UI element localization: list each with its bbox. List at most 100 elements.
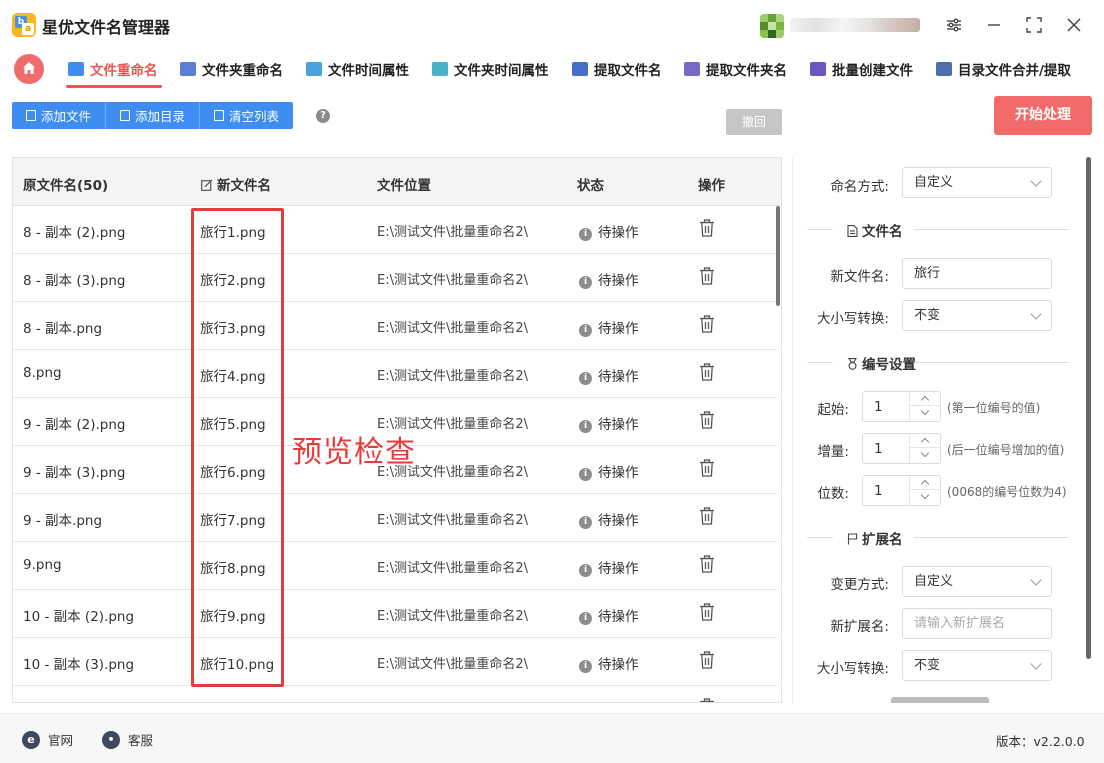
naming-mode-select[interactable]: 自定义 <box>902 167 1052 198</box>
table-row[interactable]: 10 - 副本 (3).png 旅行10.png E:\测试文件\批量重命名2\ i 待… <box>13 638 777 686</box>
clear-list-button[interactable]: 清空列表 <box>200 102 294 129</box>
add-directory-button[interactable]: 添加目录 <box>106 102 201 129</box>
file-location: E:\测试文件\批量重命名2\ <box>377 609 529 624</box>
tab-folder-time[interactable]: 文件夹时间属性 <box>432 58 549 80</box>
trash-icon[interactable] <box>699 698 715 703</box>
start-stepper[interactable]: 1 <box>862 391 941 422</box>
status-text: 待操作 <box>598 465 639 481</box>
user-avatar[interactable] <box>760 14 784 38</box>
website-link[interactable]: e 官网 <box>22 730 73 749</box>
support-link[interactable]: • 客服 <box>102 730 153 749</box>
original-filename: 9.png <box>23 557 62 573</box>
trash-icon[interactable] <box>699 507 715 525</box>
original-filename: 9 - 副本 (2).png <box>23 417 126 433</box>
info-icon: i <box>579 420 592 433</box>
home-button[interactable] <box>14 54 44 84</box>
panel-button-partial[interactable] <box>891 697 989 703</box>
status-text: 待操作 <box>598 657 639 673</box>
app-logo-icon: b a <box>12 13 36 37</box>
increment-stepper[interactable]: 1 <box>862 433 941 464</box>
add-file-button[interactable]: 添加文件 <box>12 102 107 129</box>
maximize-icon[interactable] <box>1022 13 1046 37</box>
website-label: 官网 <box>48 733 74 748</box>
info-icon: i <box>579 324 592 337</box>
info-icon: i <box>579 468 592 481</box>
table-row[interactable]: 9.png 旅行8.png E:\测试文件\批量重命名2\ i 待操作 <box>13 542 777 590</box>
settings-scrollbar[interactable] <box>1086 157 1091 659</box>
tab-extract-filename[interactable]: 提取文件名 <box>572 58 662 80</box>
increment-arrow-icon[interactable] <box>910 434 940 448</box>
section-filename-label: 文件名 <box>862 224 903 240</box>
digits-stepper[interactable]: 1 <box>862 475 941 506</box>
trash-icon[interactable] <box>699 363 715 381</box>
section-numbering-label: 编号设置 <box>862 357 916 373</box>
divider <box>914 229 1069 230</box>
header-original-name[interactable]: 原文件名(50) <box>23 174 108 194</box>
tab-label: 批量创建文件 <box>832 63 913 79</box>
change-mode-select[interactable]: 自定义 <box>902 566 1052 597</box>
new-extension-input[interactable]: 请输入新扩展名 <box>902 608 1052 639</box>
increment-arrow-icon[interactable] <box>910 392 940 406</box>
trash-icon[interactable] <box>699 555 715 573</box>
tab-batch-create[interactable]: 批量创建文件 <box>810 58 913 80</box>
tab-extract-foldername[interactable]: 提取文件夹名 <box>684 58 787 80</box>
help-icon[interactable]: ? <box>316 109 330 123</box>
digits-label: 位数: <box>817 486 849 502</box>
tab-merge-extract[interactable]: 目录文件合并/提取 <box>936 58 1071 80</box>
table-scrollbar[interactable] <box>776 206 780 306</box>
naming-mode-value: 自定义 <box>914 175 954 190</box>
tab-file-rename[interactable]: 文件重命名 <box>68 58 158 80</box>
increment-arrow-icon[interactable] <box>910 476 940 490</box>
tab-file-time[interactable]: 文件时间属性 <box>306 58 409 80</box>
new-filename-input[interactable]: 旅行 <box>902 258 1052 289</box>
status-text: 待操作 <box>598 273 639 289</box>
table-row[interactable]: 8 - 副本 (3).png 旅行2.png E:\测试文件\批量重命名2\ i 待操作 <box>13 254 777 302</box>
status-text: 待操作 <box>598 369 639 385</box>
extension-case-label: 大小写转换: <box>816 661 889 677</box>
trash-icon <box>214 110 225 121</box>
decrement-arrow-icon[interactable] <box>910 490 940 504</box>
start-processing-button[interactable]: 开始处理 <box>994 96 1092 135</box>
browser-e-icon: e <box>22 730 40 749</box>
trash-icon[interactable] <box>699 603 715 621</box>
table-row[interactable]: 8 - 副本.png 旅行3.png E:\测试文件\批量重命名2\ i 待操作 <box>13 302 777 350</box>
trash-icon[interactable] <box>699 411 715 429</box>
undo-button[interactable]: 撤回 <box>726 109 782 135</box>
settings-sliders-icon[interactable] <box>942 13 966 37</box>
chevron-down-icon <box>1030 574 1042 586</box>
status-cell: i 待操作 <box>579 605 639 625</box>
status-cell: i 待操作 <box>579 653 639 673</box>
case-convert-select[interactable]: 不变 <box>902 300 1052 331</box>
status-cell: i 待操作 <box>579 365 639 385</box>
status-bar: e 官网 • 客服 版本：v2.2.0.0 <box>0 713 1104 763</box>
close-icon[interactable] <box>1062 13 1086 37</box>
table-row[interactable]: 8.png 旅行4.png E:\测试文件\批量重命名2\ i 待操作 <box>13 350 777 398</box>
decrement-arrow-icon[interactable] <box>910 448 940 462</box>
trash-icon[interactable] <box>699 219 715 237</box>
section-extension: 扩展名 <box>807 527 1069 548</box>
trash-icon[interactable] <box>699 315 715 333</box>
table-row[interactable]: 10 - 副本 (2).png 旅行9.png E:\测试文件\批量重命名2\ i 待操… <box>13 590 777 638</box>
decrement-arrow-icon[interactable] <box>910 406 940 420</box>
header-location[interactable]: 文件位置 <box>377 174 431 194</box>
table-row[interactable]: 8 - 副本 (2).png 旅行1.png E:\测试文件\批量重命名2\ i 待操作 <box>13 206 777 254</box>
trash-icon[interactable] <box>699 267 715 285</box>
trash-icon[interactable] <box>699 651 715 669</box>
minimize-icon[interactable] <box>982 13 1006 37</box>
table-row[interactable]: 9 - 副本.png 旅行7.png E:\测试文件\批量重命名2\ i 待操作 <box>13 494 777 542</box>
extract-name-icon <box>572 62 588 76</box>
tab-label: 文件夹重命名 <box>202 63 283 79</box>
file-icon <box>120 110 131 121</box>
trash-icon[interactable] <box>699 459 715 477</box>
file-location: E:\测试文件\批量重命名2\ <box>377 273 529 288</box>
file-location: E:\测试文件\批量重命名2\ <box>377 225 529 240</box>
tab-folder-rename[interactable]: 文件夹重命名 <box>180 58 283 80</box>
extension-case-select[interactable]: 不变 <box>902 650 1052 681</box>
extract-folder-icon <box>684 62 700 76</box>
header-new-name[interactable]: 新文件名 <box>201 174 271 194</box>
table-row-partial[interactable] <box>13 686 777 703</box>
header-status[interactable]: 状态 <box>577 174 604 194</box>
status-text: 待操作 <box>598 513 639 529</box>
tab-label: 文件重命名 <box>90 63 158 79</box>
digits-value: 1 <box>874 483 883 499</box>
